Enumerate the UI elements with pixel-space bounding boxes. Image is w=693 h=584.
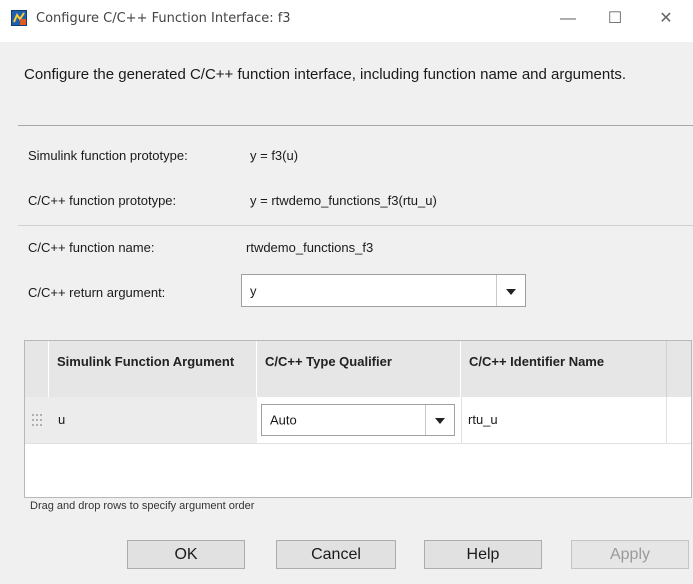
window-title: Configure C/C++ Function Interface: f3 xyxy=(36,11,291,26)
c-function-name-value: rtwdemo_functions_f3 xyxy=(246,240,374,255)
chevron-down-icon[interactable] xyxy=(425,405,454,435)
qualifier-cell: Auto xyxy=(257,397,461,443)
c-prototype-label: C/C++ function prototype: xyxy=(28,193,177,208)
title-bar: Configure C/C++ Function Interface: f3 —… xyxy=(0,0,693,42)
apply-button[interactable]: Apply xyxy=(571,540,689,569)
c-function-name-label: C/C++ function name: xyxy=(28,240,155,255)
divider xyxy=(18,225,693,226)
c-prototype-value: y = rtwdemo_functions_f3(rtu_u) xyxy=(250,193,437,208)
return-argument-dropdown[interactable]: y xyxy=(241,274,526,307)
drag-handle-icon[interactable] xyxy=(25,397,49,443)
row-divider xyxy=(25,443,691,444)
close-icon[interactable]: ✕ xyxy=(651,6,681,32)
type-qualifier-value: Auto xyxy=(270,412,297,428)
arguments-table: Simulink Function Argument C/C++ Type Qu… xyxy=(24,340,692,498)
chevron-down-icon[interactable] xyxy=(496,275,525,306)
argument-cell: u xyxy=(49,397,257,443)
divider xyxy=(18,125,693,126)
simulink-app-icon xyxy=(11,10,27,26)
drag-drop-hint: Drag and drop rows to specify argument o… xyxy=(30,500,255,512)
table-header-filler xyxy=(667,341,691,397)
table-header-spacer xyxy=(25,341,49,397)
dialog-description: Configure the generated C/C++ function i… xyxy=(24,66,627,83)
return-argument-label: C/C++ return argument: xyxy=(28,285,166,300)
cancel-button[interactable]: Cancel xyxy=(276,540,396,569)
return-argument-value: y xyxy=(250,283,257,298)
simulink-prototype-label: Simulink function prototype: xyxy=(28,148,188,163)
ok-button[interactable]: OK xyxy=(127,540,245,569)
minimize-icon[interactable]: — xyxy=(553,6,583,32)
maximize-icon[interactable]: ☐ xyxy=(600,6,630,32)
column-header-identifier[interactable]: C/C++ Identifier Name xyxy=(461,341,667,397)
column-header-argument[interactable]: Simulink Function Argument xyxy=(49,341,257,397)
simulink-prototype-value: y = f3(u) xyxy=(250,148,299,163)
identifier-cell[interactable]: rtu_u xyxy=(461,397,667,443)
type-qualifier-dropdown[interactable]: Auto xyxy=(261,404,455,436)
column-header-qualifier[interactable]: C/C++ Type Qualifier xyxy=(257,341,461,397)
help-button[interactable]: Help xyxy=(424,540,542,569)
